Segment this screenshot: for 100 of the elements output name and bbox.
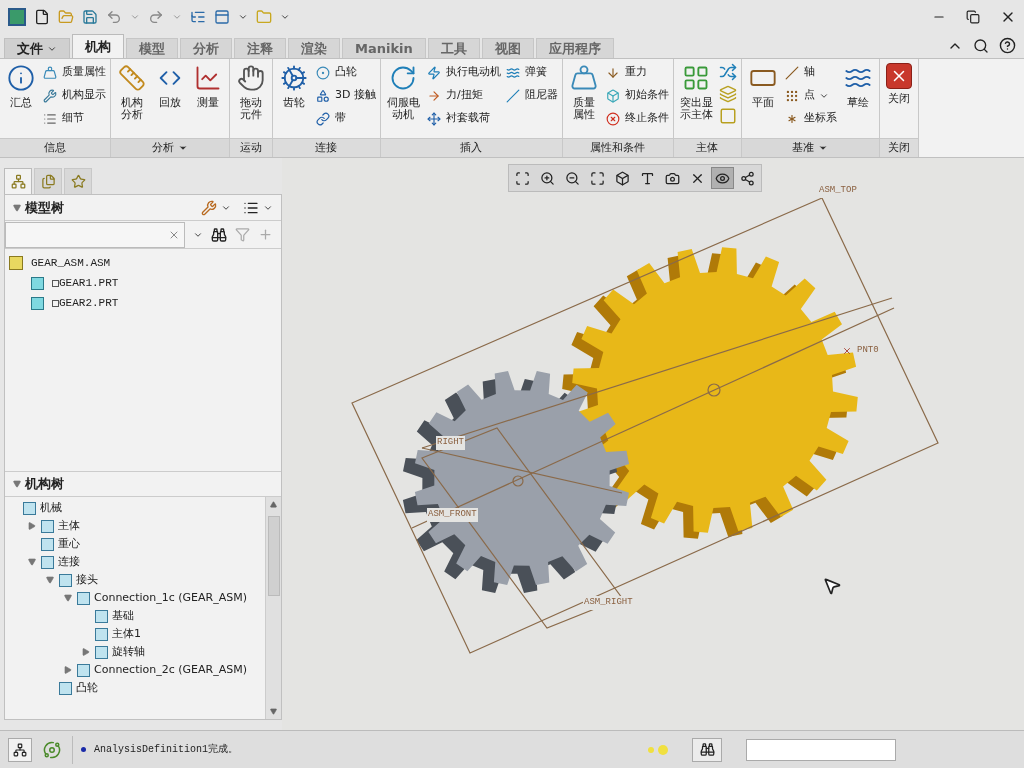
ribbon-button[interactable]: 突出显示主体 (675, 59, 717, 121)
weight-icon (42, 64, 58, 81)
layers-icon[interactable] (718, 85, 737, 103)
ribbon-tab[interactable]: 分析 (180, 38, 232, 58)
collapse-arrow-icon[interactable] (13, 480, 21, 488)
binoculars-icon[interactable] (211, 226, 227, 243)
ribbon-button[interactable]: 初始条件 (602, 84, 671, 107)
ribbon-button[interactable]: 质量属性 (564, 59, 603, 121)
ribbon-button[interactable]: 终止条件 (602, 107, 671, 130)
scroll-down-arrow-icon[interactable] (270, 708, 277, 715)
ribbon-tab[interactable]: Manikin (342, 38, 426, 58)
collapsed-arrow-icon[interactable] (81, 648, 91, 656)
tree-structure-icon (10, 174, 26, 189)
ribbon-button[interactable]: 执行电动机 (423, 61, 503, 84)
ribbon-button[interactable]: 阻尼器 (502, 84, 560, 107)
ribbon-button[interactable]: 草绘 (838, 59, 877, 109)
ribbon-button[interactable]: 关闭 (881, 59, 916, 105)
add-icon[interactable] (258, 227, 273, 242)
collapse-arrow-icon[interactable] (13, 203, 21, 212)
ribbon-tab[interactable]: 渲染 (288, 38, 340, 58)
ribbon-button[interactable]: 重力 (602, 61, 671, 84)
ribbon-tab[interactable]: 视图 (481, 38, 534, 58)
wrench-icon[interactable] (201, 199, 217, 216)
ribbon-button[interactable]: 拖动元件 (232, 59, 270, 121)
ribbon-button[interactable]: 测量 (189, 59, 227, 109)
tree-item[interactable]: 基础 (112, 607, 134, 625)
square-icon[interactable] (718, 107, 737, 125)
scrollbar[interactable] (265, 497, 281, 719)
ribbon-button[interactable]: 机构显示 (40, 84, 108, 107)
tree-item[interactable]: GEAR2.PRT (59, 294, 119, 312)
window-icon[interactable] (214, 9, 230, 25)
help-icon[interactable] (999, 37, 1016, 54)
eye-icon[interactable] (711, 167, 734, 189)
file-menu-tab[interactable]: 文件 (4, 38, 70, 58)
graphics-viewport[interactable]: ASM_TOP PNT0 RIGHT ASM_FRONT ASM_RIGHT (282, 158, 1024, 730)
ribbon-button[interactable]: 带 (313, 107, 378, 130)
ribbon-button[interactable]: 质量属性 (40, 61, 108, 84)
ribbon-button[interactable]: 齿轮 (275, 59, 313, 109)
panel-tab[interactable] (64, 168, 92, 194)
redo-icon[interactable] (148, 9, 164, 25)
tree-item[interactable]: GEAR_ASM.ASM (31, 254, 111, 272)
ribbon-button[interactable]: 伺服电动机 (382, 59, 424, 121)
ribbon-button[interactable]: 力/扭矩 (423, 84, 503, 107)
ribbon-button[interactable]: 衬套载荷 (423, 107, 503, 130)
tree-item[interactable]: Connection_1c (GEAR_ASM) (94, 589, 247, 607)
ribbon-button[interactable]: 平面 (743, 59, 782, 109)
search-field[interactable] (5, 221, 185, 248)
tree-item[interactable]: Connection_2c (GEAR_ASM) (94, 661, 247, 679)
ribbon-button[interactable]: 坐标系 (781, 107, 839, 130)
app-icon[interactable] (8, 8, 26, 26)
expanded-arrow-icon[interactable] (63, 594, 73, 602)
caret-icon[interactable] (238, 12, 248, 22)
expanded-arrow-icon[interactable] (45, 576, 55, 584)
ribbon-button[interactable]: 轴 (781, 61, 839, 84)
tree-item[interactable]: 主体 (58, 517, 80, 535)
ribbon-button[interactable]: 弹簧 (502, 61, 560, 84)
collapsed-arrow-icon[interactable] (63, 666, 73, 674)
tree-item[interactable]: GEAR1.PRT (59, 274, 119, 292)
tree-item[interactable]: 接头 (76, 571, 98, 589)
group-footer[interactable]: 分析 (111, 138, 229, 157)
group-footer[interactable]: 基准 (741, 138, 879, 157)
ribbon-button[interactable]: 点 (781, 84, 839, 107)
ribbon-button[interactable]: 汇总 (2, 59, 40, 109)
scroll-up-arrow-icon[interactable] (270, 501, 277, 508)
ribbon-button[interactable]: 回放 (151, 59, 189, 109)
caret-icon[interactable] (818, 143, 829, 153)
tree-item[interactable]: 主体1 (112, 625, 141, 643)
save-icon[interactable] (82, 9, 98, 25)
caret-icon[interactable] (280, 12, 290, 22)
undo-icon[interactable] (106, 9, 122, 25)
panel-title: 机构树 (25, 475, 64, 494)
panel-tab[interactable] (34, 168, 62, 194)
tree-item[interactable]: 旋转轴 (112, 643, 145, 661)
ribbon-tab[interactable]: 机构 (72, 34, 124, 58)
group-label: 属性和条件 (590, 139, 646, 156)
tree-item[interactable]: 凸轮 (76, 679, 98, 697)
ribbon-button[interactable]: 细节 (40, 107, 108, 130)
find-button[interactable] (692, 737, 722, 762)
caret-icon[interactable] (178, 143, 188, 153)
ribbon-tab[interactable]: 模型 (126, 38, 178, 58)
tree-item[interactable]: 重心 (58, 535, 80, 553)
expanded-arrow-icon[interactable] (27, 558, 37, 566)
new-file-icon[interactable] (34, 9, 50, 25)
ribbon-button[interactable]: 机构分析 (113, 59, 151, 121)
ribbon-tab[interactable]: 应用程序 (535, 38, 614, 58)
close-icon (885, 63, 912, 89)
ribbon-button[interactable]: 凸轮 (313, 61, 378, 84)
ribbon-tab[interactable]: 注释 (234, 38, 286, 58)
tree-item[interactable]: 机械 (40, 499, 62, 517)
ribbon-button[interactable]: 3D 接触 (313, 84, 378, 107)
ribbon-tab[interactable]: 工具 (427, 38, 480, 58)
tree-view-icon[interactable] (8, 737, 32, 762)
tree-item[interactable]: 连接 (58, 553, 80, 571)
collapsed-arrow-icon[interactable] (27, 522, 37, 530)
open-folder-icon[interactable] (58, 9, 74, 25)
panel-tab[interactable] (4, 168, 32, 194)
shuffle-icon[interactable] (718, 63, 737, 81)
search-icon[interactable] (973, 38, 989, 54)
selection-filter-field[interactable] (746, 738, 896, 761)
restore-icon[interactable] (966, 10, 980, 24)
